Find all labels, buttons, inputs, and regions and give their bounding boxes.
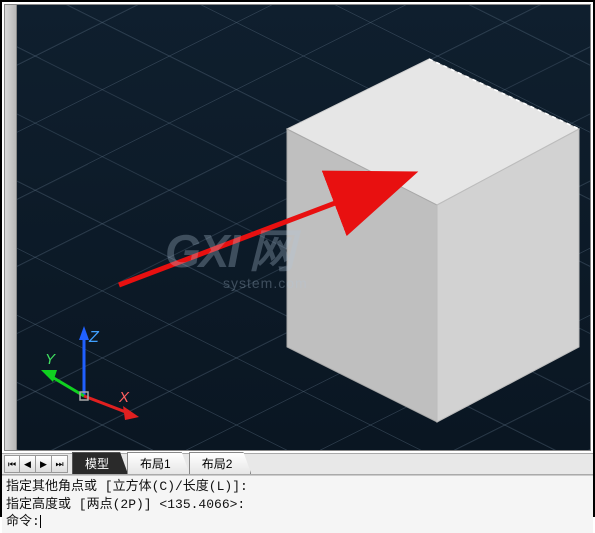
ucs-x-label: X xyxy=(118,389,130,406)
text-cursor xyxy=(40,515,41,528)
command-history-line: 指定高度或 [两点(2P)] <135.4066>: xyxy=(6,496,589,514)
command-window[interactable]: 指定其他角点或 [立方体(C)/长度(L)]: 指定高度或 [两点(2P)] <… xyxy=(2,475,593,533)
tab-model[interactable]: 模型 xyxy=(72,452,128,474)
ucs-y-label: Y xyxy=(45,351,56,368)
tab-layout2[interactable]: 布局2 xyxy=(189,452,252,474)
command-history-line: 指定其他角点或 [立方体(C)/长度(L)]: xyxy=(6,478,589,496)
tab-strip: 模型 布局1 布局2 xyxy=(72,454,250,474)
viewport-container: GXI 网 system.com Z Y X xyxy=(4,4,591,451)
viewport-scrollbar-left[interactable] xyxy=(5,5,17,450)
tabs-row: ⏮ ◀ ▶ ⏭ 模型 布局1 布局2 xyxy=(2,453,593,475)
tab-nav-next[interactable]: ▶ xyxy=(36,455,52,473)
tab-nav-first[interactable]: ⏮ xyxy=(4,455,20,473)
command-prompt: 命令: xyxy=(6,513,589,531)
tab-nav: ⏮ ◀ ▶ ⏭ xyxy=(4,455,68,473)
tab-nav-prev[interactable]: ◀ xyxy=(20,455,36,473)
tab-layout1[interactable]: 布局1 xyxy=(127,452,190,474)
ucs-icon[interactable]: Z Y X xyxy=(39,318,149,428)
model-viewport[interactable]: GXI 网 system.com Z Y X xyxy=(17,5,590,450)
tab-nav-last[interactable]: ⏭ xyxy=(52,455,68,473)
ucs-z-label: Z xyxy=(88,329,100,346)
box-solid[interactable] xyxy=(279,47,585,427)
